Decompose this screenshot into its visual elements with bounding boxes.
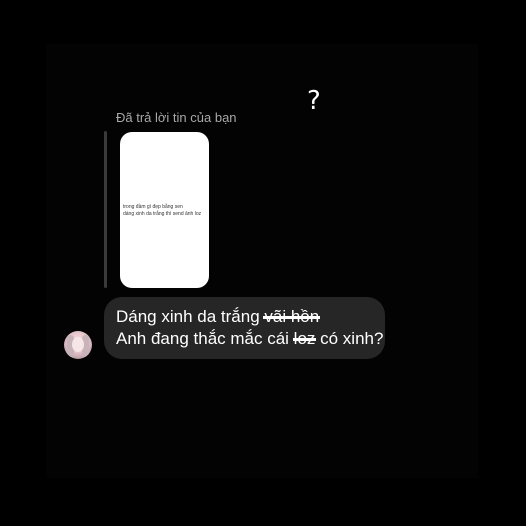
conversation-panel [46, 44, 478, 478]
reaction-question-mark: ? [307, 86, 321, 116]
struck-text: vãi hồn [263, 307, 321, 326]
chat-screen: ? Đã trả lời tin của bạn trong đầm gì đẹ… [0, 0, 526, 526]
user-avatar-icon[interactable] [64, 331, 92, 359]
story-preview-card[interactable]: trong đầm gì đẹp bằng sen dáng xinh da t… [120, 132, 209, 288]
avatar-face [72, 337, 84, 352]
message-text: Anh đang thắc mắc cái [116, 329, 294, 348]
message-line-2: Anh đang thắc mắc cái loz có xinh? [116, 328, 383, 350]
story-text-line: trong đầm gì đẹp bằng sen [123, 204, 183, 210]
message-line-1: Dáng xinh da trắng vãi hồn [116, 306, 373, 328]
story-text-line: dáng xinh da trắng thì send ảnh loz [123, 211, 202, 217]
message-bubble[interactable]: Dáng xinh da trắng vãi hồn Anh đang thắc… [104, 297, 385, 359]
story-preview-text: trong đầm gì đẹp bằng sen dáng xinh da t… [123, 204, 209, 218]
reply-indicator-bar [104, 131, 107, 288]
message-text: có xinh? [315, 329, 384, 348]
struck-text: loz [292, 329, 317, 348]
message-text: Dáng xinh da trắng [116, 307, 265, 326]
reply-caption: Đã trả lời tin của bạn [116, 110, 237, 125]
